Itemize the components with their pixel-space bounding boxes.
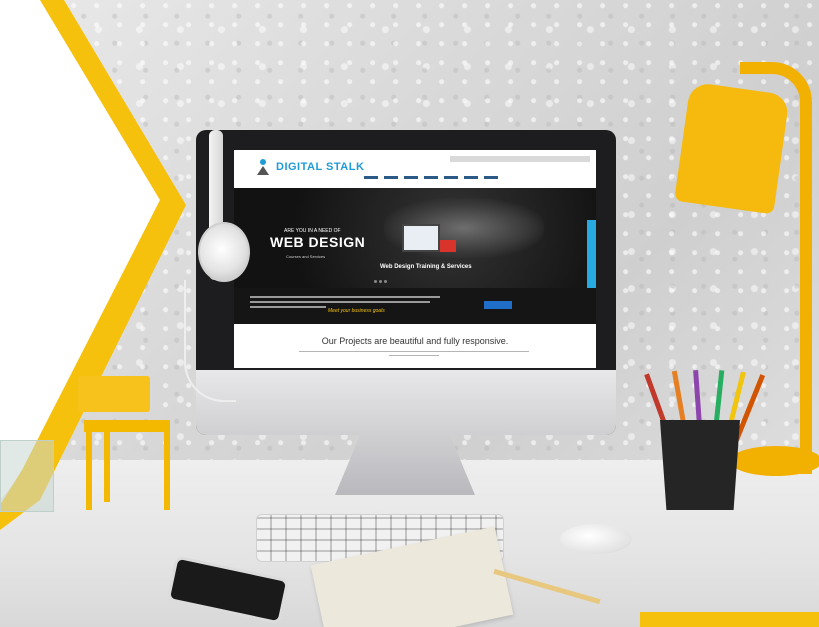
- nav-item[interactable]: [424, 176, 438, 179]
- nav-item[interactable]: [464, 176, 478, 179]
- lamp-base: [730, 446, 819, 476]
- monitor-screen: DIGITAL STALK ARE YOU IN A NEED OF WEB D…: [234, 150, 596, 368]
- monitor-graphic: [402, 224, 440, 252]
- contact-info-bar: [450, 156, 590, 162]
- miniature-chair-back: [78, 376, 150, 412]
- site-logo-text[interactable]: DIGITAL STALK: [276, 161, 364, 173]
- hero-subtitle: Courses and Services: [286, 254, 326, 259]
- person-logo-icon: [257, 159, 269, 175]
- card-graphic: [440, 240, 456, 252]
- headphone-cable: [184, 280, 236, 402]
- mouse: [560, 524, 632, 554]
- chair-leg: [104, 432, 110, 502]
- photo-scene: DIGITAL STALK ARE YOU IN A NEED OF WEB D…: [0, 0, 819, 627]
- chair-leg: [86, 428, 92, 510]
- projects-section: Our Projects are beautiful and fully res…: [234, 324, 596, 368]
- glass-vase: [0, 440, 54, 512]
- side-feedback-tab[interactable]: [587, 220, 596, 290]
- miniature-chair-seat: [84, 420, 170, 432]
- band-tagline: Meet your business goals: [328, 308, 385, 314]
- projects-text-lines: [294, 351, 534, 359]
- hero-caption: Web Design Training & Services: [380, 264, 472, 270]
- nav-item[interactable]: [364, 176, 378, 179]
- site-header: DIGITAL STALK: [234, 150, 596, 188]
- projects-title: Our Projects are beautiful and fully res…: [321, 336, 509, 346]
- monitor-chin: [196, 370, 616, 435]
- contact-us-button[interactable]: [484, 301, 512, 309]
- slider-dots[interactable]: [374, 280, 387, 283]
- yellow-corner-bar: [640, 612, 819, 627]
- nav-item[interactable]: [444, 176, 458, 179]
- nav-item[interactable]: [384, 176, 398, 179]
- headphone-earcup: [198, 222, 250, 282]
- nav-item[interactable]: [404, 176, 418, 179]
- desk-lamp-icon: [674, 81, 790, 215]
- site-nav: [364, 176, 498, 179]
- chair-leg: [164, 428, 170, 510]
- hero-title: WEB DESIGN: [270, 234, 366, 250]
- hero-banner: ARE YOU IN A NEED OF WEB DESIGN Courses …: [234, 188, 596, 288]
- pencil-cup: [660, 420, 740, 510]
- info-band: Meet your business goals: [234, 288, 596, 324]
- nav-item[interactable]: [484, 176, 498, 179]
